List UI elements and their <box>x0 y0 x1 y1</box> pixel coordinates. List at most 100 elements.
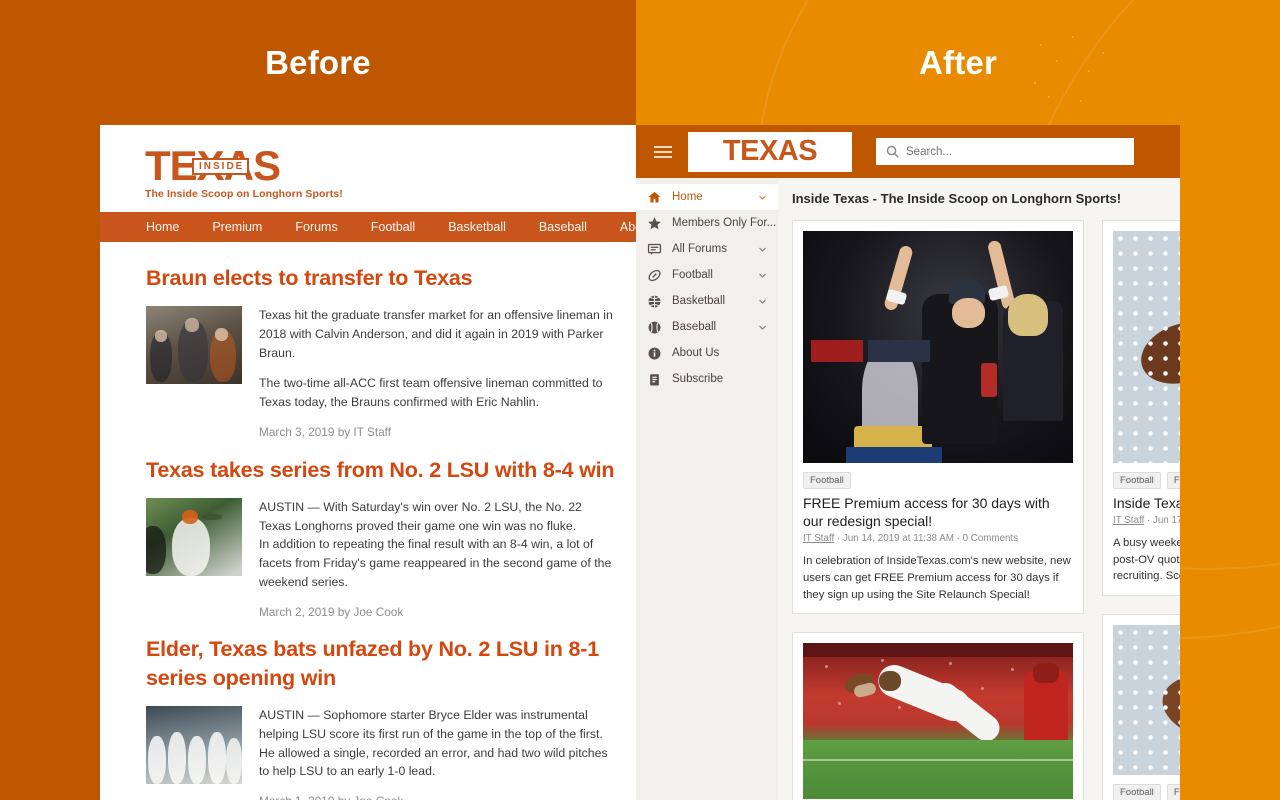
before-screenshot-panel: TEXAS INSIDE The Inside Scoop on Longhor… <box>100 125 636 800</box>
chevron-down-icon[interactable] <box>758 297 767 306</box>
chevron-down-icon[interactable] <box>758 193 767 202</box>
article-item: Elder, Texas bats unfazed by No. 2 LSU i… <box>146 635 636 800</box>
decorative-speck <box>1080 100 1082 102</box>
card-tag-row: Football Football <box>1113 783 1180 800</box>
article-title[interactable]: Elder, Texas bats unfazed by No. 2 LSU i… <box>146 635 636 692</box>
sidebar-item-subscribe[interactable]: Subscribe <box>636 366 778 392</box>
article-card[interactable]: Football Football Fridays in the <box>1102 613 1180 800</box>
article-paragraph: AUSTIN — With Saturday's win over No. 2 … <box>259 500 582 533</box>
card-tag-row: Football <box>803 472 1073 489</box>
article-meta: March 1, 2019 by Joe Cook <box>259 793 614 800</box>
chevron-down-icon[interactable] <box>758 245 767 254</box>
card-title[interactable]: FREE Premium access for 30 days with our… <box>803 494 1073 530</box>
nav-item-home[interactable]: Home <box>146 220 179 234</box>
sidebar-item-label: Football <box>672 269 713 281</box>
decorative-speck <box>1034 82 1036 84</box>
article-card[interactable]: Football Football Inside Texas I IT Staf… <box>1102 220 1180 596</box>
card-excerpt: In celebration of InsideTexas.com's new … <box>803 555 1071 601</box>
article-thumbnail[interactable] <box>146 706 242 785</box>
star-icon <box>648 216 661 229</box>
article-meta: March 3, 2019 by IT Staff <box>259 424 392 439</box>
sidebar-item-members-only-forums[interactable]: Members Only For... <box>636 210 778 236</box>
after-sidebar: Home Members Only For... All Forums Foot… <box>636 178 778 800</box>
article-text: AUSTIN — With Saturday's win over No. 2 … <box>259 498 614 621</box>
article-card[interactable]: Football Premium <box>792 632 1084 800</box>
after-logo[interactable]: TEXAS <box>688 131 852 172</box>
article-title[interactable]: Braun elects to transfer to Texas <box>146 264 636 292</box>
search-input[interactable] <box>906 145 1125 158</box>
page-title: Inside Texas - The Inside Scoop on Longh… <box>792 191 1122 206</box>
decorative-speck <box>1048 96 1050 98</box>
before-caption: Before <box>265 44 371 81</box>
hamburger-menu-icon[interactable] <box>648 145 688 158</box>
nav-item-basketball[interactable]: Basketball <box>448 220 506 234</box>
forum-icon <box>647 243 662 255</box>
card-author[interactable]: IT Staff <box>1113 515 1144 526</box>
after-top-bar: TEXAS <box>636 125 1180 178</box>
article-paragraph: Texas hit the graduate transfer market f… <box>259 308 613 360</box>
card-image-football-dots[interactable] <box>1113 231 1180 463</box>
sidebar-item-label: Members Only For... <box>672 217 777 229</box>
home-icon <box>648 191 661 202</box>
chevron-down-icon[interactable] <box>758 271 767 280</box>
article-thumbnail[interactable] <box>146 498 242 577</box>
tag-chip[interactable]: Football <box>1113 472 1161 489</box>
sidebar-item-about-us[interactable]: About Us <box>636 340 778 366</box>
nav-item-baseball[interactable]: Baseball <box>539 220 587 234</box>
card-meta-rest: · Jun 14, 2019 at 11:38 AM · 0 Comments <box>836 533 1019 545</box>
sidebar-item-label: Baseball <box>672 321 717 333</box>
sidebar-item-label: Home <box>672 191 703 203</box>
article-paragraph: AUSTIN — Sophomore starter Bryce Elder w… <box>259 708 608 779</box>
card-excerpt-line: A busy weekend o <box>1113 537 1180 550</box>
nav-item-football[interactable]: Football <box>371 220 415 234</box>
article-paragraph: In addition to repeating the final resul… <box>259 537 612 589</box>
tag-chip[interactable]: Football <box>1166 472 1180 489</box>
tag-chip[interactable]: Football <box>1166 783 1180 800</box>
basketball-icon <box>648 295 661 307</box>
sidebar-item-basketball[interactable]: Basketball <box>636 288 778 314</box>
after-main-content: Inside Texas - The Inside Scoop on Longh… <box>778 178 1180 800</box>
before-logo[interactable]: TEXAS INSIDE The Inside Scoop on Longhor… <box>145 145 343 200</box>
football-icon <box>648 269 661 281</box>
sidebar-item-football[interactable]: Football <box>636 262 778 288</box>
tag-chip[interactable]: Football <box>803 472 851 489</box>
article-card[interactable]: Football FREE Premium access for 30 days… <box>792 220 1084 615</box>
logo-wordmark: TEXAS <box>722 135 818 167</box>
baseball-icon <box>648 321 661 333</box>
before-main-nav: Home Premium Forums Football Basketball … <box>100 212 636 242</box>
sidebar-item-all-forums[interactable]: All Forums <box>636 236 778 262</box>
article-text: AUSTIN — Sophomore starter Bryce Elder w… <box>259 706 614 800</box>
article-title[interactable]: Texas takes series from No. 2 LSU with 8… <box>146 456 636 484</box>
chevron-down-icon[interactable] <box>758 323 767 332</box>
card-excerpt-line: post-OV quotes, a <box>1113 553 1180 566</box>
sidebar-item-baseball[interactable]: Baseball <box>636 314 778 340</box>
card-meta: IT Staff · Jun 14, 2019 at 11:38 AM · 0 … <box>803 533 1073 544</box>
card-image-trophy-celebration[interactable] <box>803 231 1073 463</box>
before-site-header: TEXAS INSIDE The Inside Scoop on Longhor… <box>100 125 636 212</box>
sidebar-item-label: About Us <box>672 347 720 359</box>
card-tag-row: Football Football <box>1113 472 1180 489</box>
tag-chip[interactable]: Football <box>1113 783 1161 800</box>
article-item: Texas takes series from No. 2 LSU with 8… <box>146 456 636 622</box>
search-icon <box>886 145 899 158</box>
card-image-diving-catch[interactable] <box>803 643 1073 800</box>
clipboard-icon <box>650 373 659 385</box>
decorative-speck <box>1072 36 1074 38</box>
card-title[interactable]: Inside Texas I <box>1113 494 1180 512</box>
article-meta: March 2, 2019 by Joe Cook <box>259 604 404 619</box>
after-caption: After <box>918 44 997 81</box>
before-article-list: Braun elects to transfer to Texas Texas … <box>100 242 636 800</box>
article-thumbnail[interactable] <box>146 306 242 385</box>
card-author[interactable]: IT Staff <box>803 533 834 544</box>
sidebar-item-label: Basketball <box>672 295 726 307</box>
article-text: Texas hit the graduate transfer market f… <box>259 306 614 441</box>
card-image-football-dots[interactable] <box>1113 624 1180 775</box>
nav-item-premium[interactable]: Premium <box>212 220 262 234</box>
sidebar-item-home[interactable]: Home <box>636 184 778 210</box>
logo-inside-badge: INSIDE <box>192 158 250 175</box>
nav-item-about-us[interactable]: About Us <box>620 220 636 234</box>
card-excerpt-line: recruiting. Scoop <box>1113 570 1180 583</box>
search-bar[interactable] <box>876 138 1134 165</box>
article-paragraph: The two-time all-ACC first team offensiv… <box>259 376 603 410</box>
nav-item-forums[interactable]: Forums <box>295 220 337 234</box>
